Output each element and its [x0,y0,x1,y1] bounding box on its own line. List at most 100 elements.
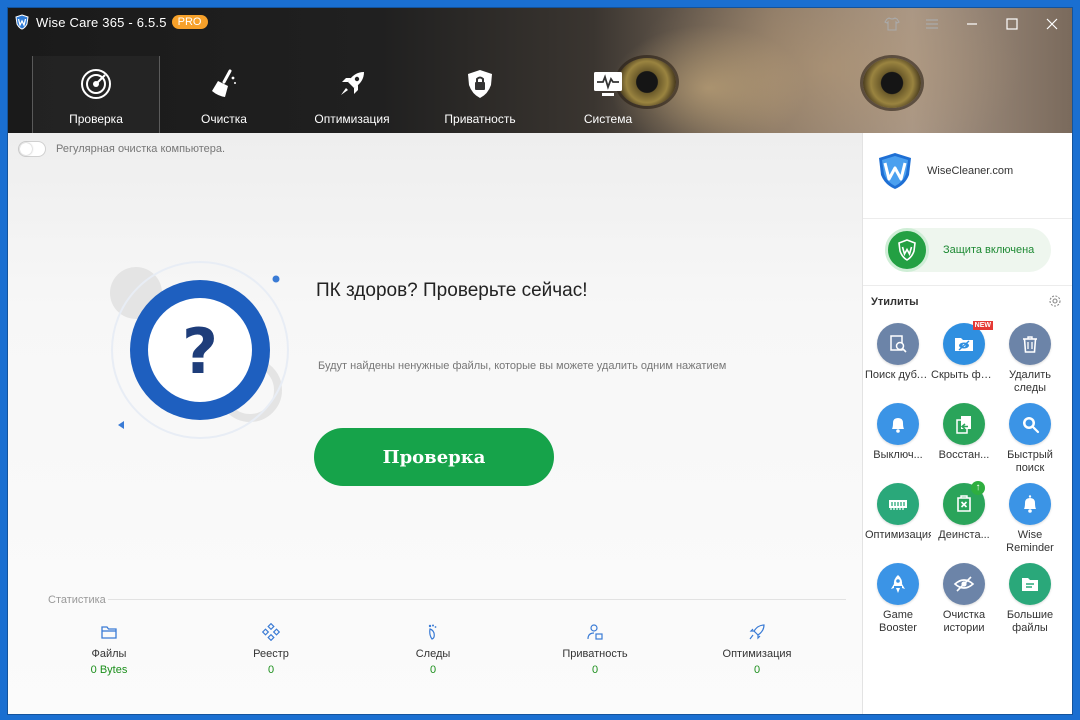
nav-label-system: Система [583,112,633,126]
bell-icon [1009,483,1051,525]
main-panel: Регулярная очистка компьютера. ? ПК здор… [8,133,862,714]
nav-label-optimize: Оптимизация [314,112,390,126]
utilities-grid: Поиск дублика... NEW Скрыть файл/па... У… [863,321,1072,643]
pro-badge: PRO [171,15,208,29]
nav-tab-system[interactable]: Система [544,56,672,134]
util-hide-file[interactable]: NEW Скрыть файл/па... [931,321,997,403]
restore-icon [943,403,985,445]
app-window: Wise Care 365 - 6.5.5 PRO Проверка Очист… [8,8,1072,714]
brand-link: WiseCleaner.com [927,165,1014,177]
util-history-cleaner[interactable]: Очистка истории [931,563,997,643]
rocket-small-icon [749,624,765,640]
maximize-icon[interactable] [992,8,1032,40]
close-icon[interactable] [1032,8,1072,40]
nav-tab-clean[interactable]: Очистка [160,56,288,134]
stats-row: Файлы 0 Bytes Реестр 0 Следы 0 Приватнос… [8,623,862,676]
window-controls [872,8,1072,40]
scan-button[interactable]: Проверка [314,428,554,486]
util-label: Быстрый поиск [1007,449,1053,474]
stat-optimization-label: Оптимизация [722,648,792,660]
brand-row[interactable]: WiseCleaner.com [875,151,1013,191]
titlebar: Wise Care 365 - 6.5.5 PRO [8,8,1072,36]
banner-cat-eye-right [863,58,921,108]
nav-tab-check[interactable]: Проверка [32,56,160,134]
util-label: Большие файлы [1006,609,1054,634]
stat-files-label: Файлы [91,648,127,660]
stat-traces: Следы 0 [352,623,514,676]
auto-clean-toggle[interactable] [18,141,46,157]
util-label: Восстан... [938,449,990,461]
stat-traces-value: 0 [429,664,437,676]
util-label: Скрыть файл/па... [931,369,997,381]
trash-icon [1009,323,1051,365]
main-nav: Проверка Очистка Оптимизация Приватность… [32,56,672,134]
stat-privacy-value: 0 [591,664,599,676]
util-label: Деинста... [938,529,990,541]
side-divider-2 [863,285,1072,286]
header-banner: Wise Care 365 - 6.5.5 PRO Проверка Очист… [8,8,1072,134]
util-label: Очистка истории [942,609,986,634]
nav-tab-optimize[interactable]: Оптимизация [288,56,416,134]
radar-icon [81,69,111,99]
menu-icon[interactable] [912,8,952,40]
stats-divider [108,599,846,600]
util-label: Удалить следы [1009,369,1051,394]
util-game-booster[interactable]: Game Booster [865,563,931,643]
stat-registry-label: Реестр [253,648,289,660]
nav-label-check: Проверка [69,112,123,126]
subline: Будут найдены ненужные файлы, которые вы… [318,360,727,372]
util-shutdown[interactable]: Выключ... [865,403,931,483]
util-duplicate-finder[interactable]: Поиск дублика... [865,323,931,403]
util-wise-reminder[interactable]: Wise Reminder [997,483,1063,563]
protection-label: Защита включена [943,244,1035,256]
rocket-icon [341,72,364,95]
protection-shield-icon [885,228,929,272]
util-fast-search[interactable]: Быстрый поиск [997,403,1063,483]
auto-clean-label: Регулярная очистка компьютера. [56,143,226,155]
memory-chip-icon [877,483,919,525]
app-title: Wise Care 365 - 6.5.5 [36,14,167,30]
side-divider-1 [863,218,1072,219]
util-uninstaller[interactable]: ↑ Деинста... [931,481,997,563]
nav-label-clean: Очистка [201,112,247,126]
eye-slash-icon [943,563,985,605]
rocket-boost-icon [877,563,919,605]
monitor-pulse-icon [594,72,622,96]
magnifier-icon [1009,403,1051,445]
registry-icon [262,623,280,641]
svg-text:?: ? [182,315,218,388]
side-panel: WiseCleaner.com Защита включена Утилиты … [862,133,1072,714]
new-badge: NEW [972,321,993,330]
headline: ПК здоров? Проверьте сейчас! [316,280,588,301]
util-large-files[interactable]: Большие файлы [997,563,1063,643]
stat-traces-label: Следы [415,648,451,660]
util-erase-traces[interactable]: Удалить следы [997,323,1063,403]
util-label: Выключ... [873,449,923,461]
duplicate-search-icon [877,323,919,365]
util-label: Wise Reminder [1006,529,1054,554]
minimize-icon[interactable] [952,8,992,40]
util-restore[interactable]: Восстан... [931,403,997,483]
health-question-icon: ? [110,261,289,439]
user-lock-icon [587,624,603,640]
folder-icon [101,626,117,639]
stat-privacy: Приватность 0 [514,623,676,676]
skin-icon[interactable] [872,8,912,40]
utilities-title: Утилиты [871,296,919,308]
stat-privacy-label: Приватность [562,648,628,660]
util-memory-optimizer[interactable]: Оптимизация памяти [865,483,931,563]
shield-lock-icon [468,70,492,98]
broom-icon [212,69,236,97]
util-label: Оптимизация памяти [865,529,931,541]
utilities-settings-icon[interactable] [1048,294,1062,308]
stat-registry-value: 0 [267,664,275,676]
app-logo-icon [15,14,29,30]
auto-clean-row: Регулярная очистка компьютера. [18,141,225,157]
footprint-icon [428,624,437,640]
wisecleaner-logo-icon [879,153,911,189]
nav-tab-privacy[interactable]: Приватность [416,56,544,134]
stats-title: Статистика [48,594,106,606]
stat-registry: Реестр 0 [190,623,352,676]
protection-status[interactable]: Защита включена [885,228,1051,272]
stat-files: Файлы 0 Bytes [28,623,190,676]
